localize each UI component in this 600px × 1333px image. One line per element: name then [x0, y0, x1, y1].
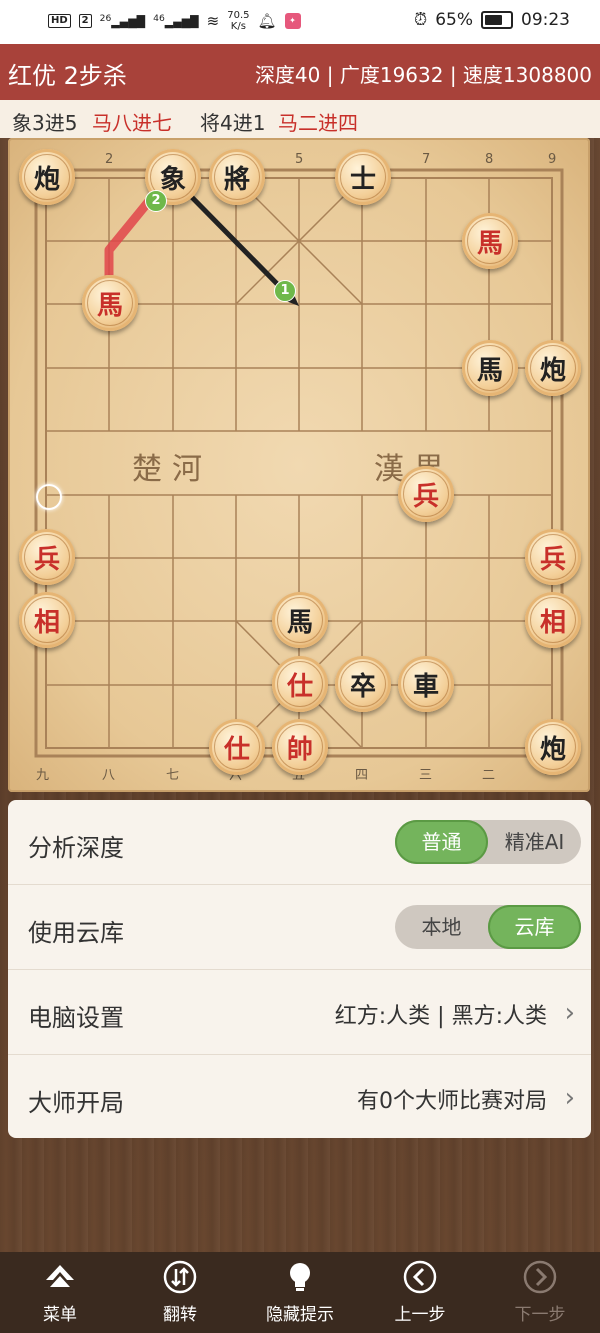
file-label-bottom: 二	[482, 768, 496, 783]
next-move-button[interactable]: 下一步	[480, 1260, 600, 1325]
computer-settings-label: 电脑设置	[28, 1004, 124, 1032]
bottom-toolbar: 菜单 翻转 隐藏提示 上一步 下一步	[0, 1252, 600, 1333]
black-horse[interactable]: 馬	[462, 340, 518, 396]
master-openings-row[interactable]: 大师开局 有0个大师比赛对局 ›	[8, 1055, 591, 1138]
depth-option-normal[interactable]: 普通	[395, 820, 488, 864]
black-horse[interactable]: 馬	[272, 592, 328, 648]
black-advisor[interactable]: 士	[335, 149, 391, 205]
hide-hint-button[interactable]: 隐藏提示	[240, 1260, 360, 1325]
selection-marker[interactable]	[36, 484, 62, 510]
red-soldier[interactable]: 兵	[19, 529, 75, 585]
lightbulb-icon	[290, 1263, 310, 1291]
file-label-bottom: 七	[166, 768, 180, 783]
move-2[interactable]: 马八进七	[92, 107, 172, 136]
signal-icon-1: 26▂▄▆█	[99, 13, 146, 29]
analysis-header: 红优 2步杀 深度40 | 广度19632 | 速度1308800	[0, 44, 600, 100]
depth-option-precise-ai[interactable]: 精准AI	[488, 820, 581, 864]
alarm-icon: ⏰︎	[413, 10, 428, 30]
cloud-option-cloud[interactable]: 云库	[488, 905, 581, 949]
menu-button[interactable]: 菜单	[0, 1260, 120, 1325]
hint-badge-1: 1	[274, 280, 296, 302]
clock: 09:23	[521, 10, 570, 30]
analysis-depth-row: 分析深度 普通 精准AI	[8, 800, 591, 885]
black-soldier[interactable]: 卒	[335, 656, 391, 712]
red-elephant[interactable]: 相	[19, 592, 75, 648]
computer-settings-value: 红方:人类 | 黑方:人类	[334, 1004, 547, 1029]
wifi-icon: ≋	[206, 12, 220, 30]
battery-icon	[481, 11, 513, 29]
file-label-bottom: 九	[36, 768, 50, 783]
black-chariot[interactable]: 車	[398, 656, 454, 712]
file-label-bottom: 四	[355, 768, 369, 783]
chevron-right-icon: ›	[564, 1083, 575, 1113]
sim-badge: 2	[78, 14, 92, 28]
cloud-library-label: 使用云库	[28, 919, 124, 947]
computer-settings-row[interactable]: 电脑设置 红方:人类 | 黑方:人类 ›	[8, 970, 591, 1055]
move-1[interactable]: 象3进5	[12, 107, 77, 136]
master-openings-label: 大师开局	[28, 1089, 124, 1117]
red-general[interactable]: 帥	[272, 719, 328, 775]
hint-badge-2: 2	[145, 190, 167, 212]
net-speed: 70.5 K/s	[227, 10, 250, 32]
move-4[interactable]: 马二进四	[278, 107, 358, 136]
hd-badge: HD	[48, 14, 71, 28]
engine-stats: 深度40 | 广度19632 | 速度1308800	[254, 63, 592, 87]
signal-icon-2: 46▂▄▆█	[153, 13, 199, 29]
chevron-left-circle-icon	[403, 1260, 437, 1294]
river-text-left: 楚河	[132, 452, 212, 487]
battery-percent: 65%	[435, 10, 473, 30]
black-cannon[interactable]: 炮	[525, 719, 581, 775]
principal-variation: 象3进5 马八进七 将4进1 马二进四	[0, 100, 600, 138]
red-soldier[interactable]: 兵	[398, 466, 454, 522]
settings-panel: 分析深度 普通 精准AI 使用云库 本地 云库 电脑设置 红方:人类 | 黑方:…	[8, 800, 591, 1138]
menu-icon	[46, 1265, 74, 1287]
black-cannon[interactable]: 炮	[525, 340, 581, 396]
red-soldier[interactable]: 兵	[525, 529, 581, 585]
file-label-top: 8	[485, 152, 494, 167]
file-label-top: 5	[295, 152, 304, 167]
red-horse[interactable]: 馬	[82, 275, 138, 331]
move-3[interactable]: 将4进1	[200, 107, 265, 136]
file-label-top: 2	[105, 152, 114, 167]
file-label-bottom: 三	[419, 768, 433, 783]
file-label-top: 9	[548, 152, 557, 167]
analysis-depth-toggle[interactable]: 普通 精准AI	[395, 820, 581, 864]
notification-bell-icon: 🔔︎	[257, 12, 277, 30]
red-advisor[interactable]: 仕	[272, 656, 328, 712]
analysis-title: 红优 2步杀	[8, 62, 127, 90]
flip-icon	[163, 1260, 197, 1294]
file-label-top: 7	[422, 152, 431, 167]
previous-move-button[interactable]: 上一步	[360, 1260, 480, 1325]
app-notification-icon: ✦	[284, 13, 301, 29]
red-advisor[interactable]: 仕	[209, 719, 265, 775]
status-bar: HD 2 26▂▄▆█ 46▂▄▆█ ≋ 70.5 K/s 🔔︎ ✦ ⏰︎ 65%…	[0, 0, 600, 44]
file-label-bottom: 八	[102, 768, 116, 783]
red-elephant[interactable]: 相	[525, 592, 581, 648]
cloud-option-local[interactable]: 本地	[395, 905, 488, 949]
black-general[interactable]: 將	[209, 149, 265, 205]
analysis-depth-label: 分析深度	[28, 834, 124, 862]
chevron-right-icon: ›	[564, 998, 575, 1028]
chevron-right-circle-icon	[523, 1260, 557, 1294]
red-horse[interactable]: 馬	[462, 213, 518, 269]
cloud-library-row: 使用云库 本地 云库	[8, 885, 591, 970]
flip-board-button[interactable]: 翻转	[120, 1260, 240, 1325]
black-cannon[interactable]: 炮	[19, 149, 75, 205]
cloud-library-toggle[interactable]: 本地 云库	[395, 905, 581, 949]
xiangqi-board[interactable]: 1 2 3 4 5 6 7 8 9 九 八 七 六 五 四 三 二 一 楚河 漢…	[8, 138, 590, 792]
master-openings-value: 有0个大师比赛对局	[357, 1089, 547, 1114]
